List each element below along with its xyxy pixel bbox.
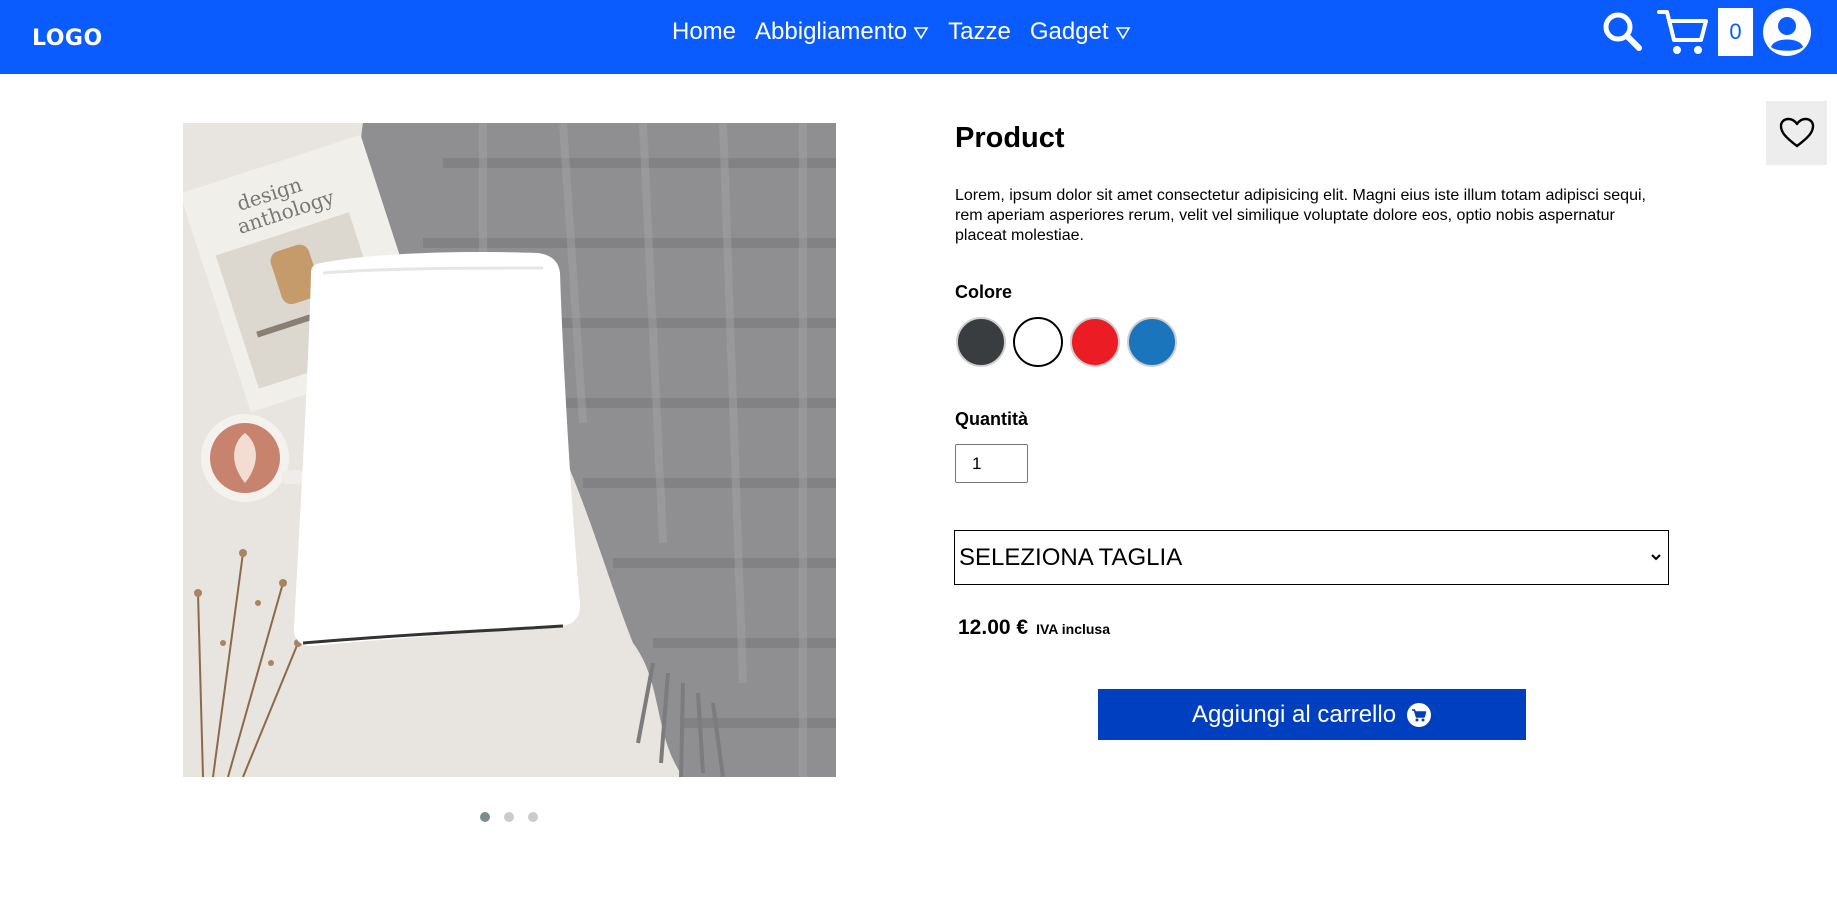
colore-label: Colore	[955, 282, 1013, 302]
nav-tazze[interactable]: Tazze	[948, 18, 1011, 46]
price-block: 12.00 € IVA inclusa	[958, 616, 1110, 640]
add-to-cart-label: Aggiungi al carrello	[1191, 700, 1397, 728]
cart-count-badge[interactable]: 0	[1718, 8, 1753, 56]
size-select-label: SELEZIONA TAGLIA	[959, 543, 1183, 571]
search-icon[interactable]	[1601, 10, 1643, 52]
add-to-cart-button[interactable]: Aggiungi al carrello	[1098, 689, 1526, 740]
wishlist-button[interactable]	[1766, 101, 1827, 165]
logo[interactable]: LOGO	[32, 26, 103, 51]
carousel-dots	[480, 812, 538, 822]
product-title: Product	[955, 122, 1065, 154]
quantita-label: Quantità	[955, 409, 1029, 429]
price-value: 12.00 €	[958, 616, 1029, 639]
heart-icon	[1779, 117, 1814, 148]
vat-note: IVA inclusa	[1036, 621, 1110, 637]
carousel-dot-1[interactable]	[480, 812, 490, 822]
carousel-dot-2[interactable]	[504, 812, 514, 822]
nav-tazze-label: Tazze	[948, 18, 1011, 45]
swatch-white[interactable]	[1013, 317, 1063, 367]
carousel-dot-3[interactable]	[528, 812, 538, 822]
nav-home-label: Home	[672, 18, 737, 45]
cart-icon[interactable]	[1657, 7, 1709, 57]
cart-circle-icon	[1407, 702, 1432, 727]
color-swatches	[956, 317, 1177, 367]
quantity-input[interactable]	[955, 444, 1028, 483]
pillow-photo: design anthology	[183, 123, 836, 777]
nav-abbigliamento[interactable]: Abbigliamento	[755, 18, 929, 46]
swatch-red[interactable]	[1070, 317, 1120, 367]
product-image[interactable]: design anthology	[183, 123, 836, 777]
product-description: Lorem, ipsum dolor sit amet consectetur …	[955, 187, 1646, 244]
main-nav: Home Abbigliamento Tazze Gadget	[672, 18, 1150, 46]
swatch-dark-gray[interactable]	[956, 317, 1006, 367]
chevron-down-icon	[1651, 554, 1661, 561]
nav-home[interactable]: Home	[672, 18, 736, 46]
size-select[interactable]: SELEZIONA TAGLIA	[954, 530, 1669, 585]
dropdown-triangle-icon	[913, 27, 929, 40]
user-account-icon[interactable]	[1762, 7, 1812, 57]
nav-abbigliamento-label: Abbigliamento	[755, 18, 908, 45]
swatch-blue[interactable]	[1127, 317, 1177, 367]
nav-gadget[interactable]: Gadget	[1030, 18, 1131, 46]
top-navbar: LOGO Home Abbigliamento Tazze Gadget 0	[0, 0, 1837, 74]
nav-gadget-label: Gadget	[1029, 18, 1109, 45]
dropdown-triangle-icon	[1115, 27, 1130, 40]
